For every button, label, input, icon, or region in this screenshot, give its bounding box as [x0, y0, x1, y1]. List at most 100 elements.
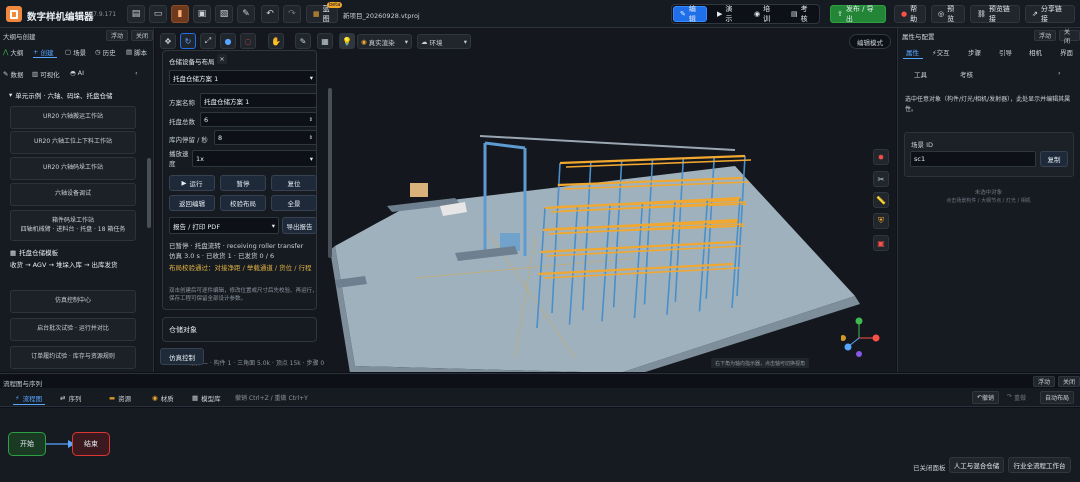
tab-steps[interactable]: 步骤 — [968, 47, 981, 57]
measure-icon[interactable]: 📏 — [873, 192, 889, 208]
auto-layout-button[interactable]: 自动布局 — [1040, 391, 1075, 404]
collapse-left-icon[interactable]: ‹ — [135, 69, 138, 77]
reset-button[interactable]: 复位 — [271, 175, 317, 191]
mode-exam-button[interactable]: ▤ 考核 — [784, 5, 818, 23]
magnet-tool-icon[interactable]: ◌ — [240, 33, 256, 49]
scroll-right-icon[interactable]: › — [1058, 69, 1061, 77]
tab-materials[interactable]: ◉ 材质 — [152, 393, 174, 403]
open-folder-icon[interactable]: ▭ — [149, 5, 167, 23]
hand-tool-icon[interactable]: ✋ — [268, 33, 284, 49]
edit-mode-badge[interactable]: 编辑模式 — [849, 34, 891, 49]
new-file-icon[interactable]: ▤ — [127, 5, 145, 23]
tab-camera[interactable]: 相机 — [1029, 47, 1042, 57]
list-item[interactable]: 启台批次试验 · 运行并对比 — [10, 318, 136, 341]
left-float-button[interactable]: 浮动 — [106, 30, 129, 41]
report-select[interactable]: 报告 / 打印 PDF ▾ — [169, 217, 279, 234]
render-mode-select[interactable]: ◉ 真实渲染 ▾ — [357, 34, 412, 49]
flow-node-start[interactable]: 开始 — [8, 432, 46, 456]
preview-link-button[interactable]: ⛓ 预览链接 — [970, 5, 1020, 23]
share-link-button[interactable]: ⇗ 分享链接 — [1025, 5, 1075, 23]
scale-tool-icon[interactable]: ⤢ — [200, 33, 216, 49]
undo-icon[interactable]: ↶ — [261, 5, 279, 23]
list-item[interactable]: 仿真控制中心 — [10, 290, 136, 313]
tab-interaction[interactable]: ⚡交互 — [932, 47, 950, 57]
paint-tool-icon[interactable]: ✎ — [295, 33, 311, 49]
save-icon[interactable]: ▣ — [193, 5, 211, 23]
import-icon[interactable]: ▮ — [171, 5, 189, 23]
closed-panel-button[interactable]: 人工与混合仓储 — [949, 457, 1004, 473]
run-button[interactable]: ▶ 运行 — [169, 175, 215, 191]
flow-node-end[interactable]: 结束 — [72, 432, 110, 456]
spinner-icon[interactable]: ⇕ — [309, 135, 313, 141]
right-float-button[interactable]: 浮动 — [1034, 30, 1057, 41]
light-tool-icon[interactable]: 💡 — [339, 33, 355, 49]
validate-layout-button[interactable]: 校验布局 — [220, 195, 266, 211]
export-report-button[interactable]: 导出报告 — [282, 217, 317, 234]
grid-tool-icon[interactable]: ▦ — [317, 33, 333, 49]
undo-button[interactable]: ↶ 撤销 — [972, 391, 1000, 404]
left-close-button[interactable]: 关闭 — [131, 30, 153, 41]
bottom-float-button[interactable]: 浮动 — [1033, 376, 1056, 387]
brush-icon[interactable]: ✎ — [237, 5, 255, 23]
tab-guide[interactable]: 引导 — [999, 47, 1012, 57]
spinner-icon[interactable]: ⇕ — [309, 117, 313, 123]
tab-interface[interactable]: 界面 — [1060, 47, 1073, 57]
publish-export-button[interactable]: ⇪ 发布 / 导出 — [830, 5, 886, 23]
scene-id-input[interactable]: sc1 — [910, 151, 1036, 167]
redo-icon[interactable]: ↷ — [283, 5, 301, 23]
list-item[interactable]: 订单履约试验 · 库存与资源规则 — [10, 346, 136, 369]
tab-assessment[interactable]: 考核 — [960, 69, 973, 79]
snap-tool-icon[interactable]: ● — [220, 33, 236, 49]
speed-select[interactable]: 1x ▾ — [192, 150, 317, 167]
tab-tools[interactable]: 工具 — [914, 69, 927, 79]
list-item[interactable]: 箱件码垛工作站 四轴机械臂 · 进料台 · 托盘 · 18 箱任务 — [10, 210, 136, 241]
dialog-scrollbar[interactable] — [328, 88, 332, 258]
sim-control-button[interactable]: 仿真控制 — [160, 348, 204, 365]
tab-flowchart[interactable]: ⚡ 流程图 — [15, 393, 42, 403]
move-tool-icon[interactable]: ✥ — [160, 33, 176, 49]
dwell-input[interactable]: 8 ⇕ — [214, 130, 317, 145]
alert-icon[interactable]: ▣ — [873, 235, 889, 251]
save-as-icon[interactable]: ▧ — [215, 5, 233, 23]
scheme-name-input[interactable]: 托盘仓储方案 1 — [200, 93, 317, 108]
left-scrollbar[interactable] — [147, 158, 151, 228]
mode-demo-button[interactable]: ▶ 演示 — [710, 5, 744, 23]
pallet-total-input[interactable]: 6 ⇕ — [200, 112, 317, 127]
tab-model-library[interactable]: ▦ 模型库 — [192, 393, 221, 403]
tab-resources[interactable]: ▬ 资源 — [109, 393, 131, 403]
tab-script[interactable]: ▤ 脚本 — [126, 47, 147, 57]
tab-scene[interactable]: ▢ 场景 — [65, 47, 86, 57]
tab-ai[interactable]: ◓ AI — [70, 69, 84, 77]
dialog-close-button[interactable]: × — [217, 54, 227, 64]
panorama-button[interactable]: 全景 — [271, 195, 317, 211]
closed-panel-button[interactable]: 行业全流程工作台 — [1008, 457, 1071, 473]
help-button[interactable]: ● 帮助 — [894, 5, 926, 23]
tab-properties[interactable]: 属性 — [906, 47, 919, 57]
cut-view-icon[interactable]: ✂ — [873, 171, 889, 187]
environment-select[interactable]: ☁ 环境 ▾ — [417, 34, 471, 49]
tab-create[interactable]: + 创建 — [33, 47, 53, 57]
redo-button[interactable]: ↷ 重做 — [1007, 393, 1026, 402]
rotate-tool-icon[interactable]: ↻ — [180, 33, 196, 49]
bottom-close-button[interactable]: 关闭 — [1058, 376, 1080, 387]
pallet-template-block[interactable]: ▦ 托盘仓储模板 收货 → AGV → 堆垛入库 → 出库发货 — [10, 248, 136, 278]
scheme-select[interactable]: 托盘仓储方案 1 ▾ — [169, 70, 317, 85]
right-close-button[interactable]: 关闭 — [1059, 29, 1080, 45]
tab-visualize[interactable]: ▥ 可视化 — [32, 69, 60, 79]
axis-gizmo[interactable] — [841, 316, 881, 358]
mode-edit-button[interactable]: ✎ 编辑 — [673, 5, 707, 23]
list-item[interactable]: UR20 六轴搬运工作站 — [10, 106, 136, 129]
list-item[interactable]: UR20 六轴工位上下料工作站 — [10, 131, 136, 154]
explode-view-icon[interactable]: ✸ — [873, 149, 889, 165]
tab-sequence[interactable]: ⇄ 序列 — [60, 393, 81, 403]
copy-button[interactable]: 复制 — [1040, 151, 1068, 167]
pause-button[interactable]: 暂停 — [220, 175, 266, 191]
tab-data[interactable]: ✎ 数据 — [3, 69, 23, 79]
preview-button[interactable]: ◎ 预览 — [931, 5, 965, 23]
tab-history[interactable]: ◷ 历史 — [95, 47, 116, 57]
tab-outline[interactable]: ⋀ 大纲 — [3, 47, 23, 57]
mode-training-button[interactable]: ◉ 培训 — [747, 5, 781, 23]
shield-icon[interactable]: ⛨ — [873, 213, 889, 229]
back-to-edit-button[interactable]: 返回编辑 — [169, 195, 215, 211]
list-item[interactable]: UR20 六轴码垛工作站 — [10, 157, 136, 180]
